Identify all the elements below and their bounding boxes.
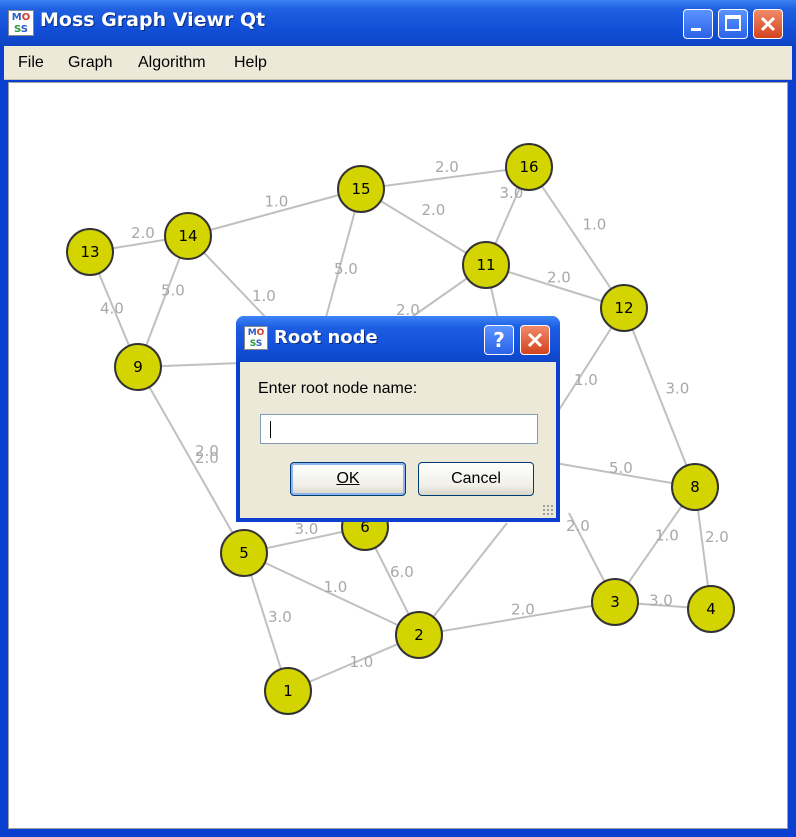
maximize-button[interactable] xyxy=(718,9,748,39)
node-label: 2 xyxy=(414,626,424,644)
edge-weight-label: 5.0 xyxy=(161,282,185,300)
graph-node-3[interactable]: 3 xyxy=(591,578,639,626)
edge-weight-label: 2.0 xyxy=(435,158,459,176)
node-label: 16 xyxy=(519,158,538,176)
edge-weight-label: 1.0 xyxy=(265,193,289,211)
node-label: 15 xyxy=(351,180,370,198)
graph-node-13[interactable]: 13 xyxy=(66,228,114,276)
node-label: 5 xyxy=(239,544,249,562)
node-label: 1 xyxy=(283,682,293,700)
maximize-icon xyxy=(725,15,741,31)
moss-dialog-icon: MO SS xyxy=(244,326,268,350)
edge-weight-label: 1.0 xyxy=(655,527,679,545)
dialog-body: Enter root node name: OK Cancel xyxy=(240,362,556,518)
edge-weight-label: 2.0 xyxy=(511,601,535,619)
edge-16-12 xyxy=(528,166,625,309)
cancel-button[interactable]: Cancel xyxy=(418,462,534,496)
minimize-icon xyxy=(691,28,701,31)
resize-grip-icon[interactable] xyxy=(542,504,554,516)
title-bar[interactable]: MO SS Moss Graph Viewr Qt xyxy=(0,0,796,46)
edge-weight-label: 2.0 xyxy=(422,201,446,219)
ok-label: OK xyxy=(336,470,360,487)
menu-graph[interactable]: Graph xyxy=(68,54,112,72)
edge-weight-label: 2.0 xyxy=(195,449,219,467)
root-node-dialog: MO SS Root node ? Enter root node name: O… xyxy=(236,316,560,522)
close-icon xyxy=(527,332,543,348)
node-label: 13 xyxy=(80,243,99,261)
graph-node-16[interactable]: 16 xyxy=(505,143,553,191)
edge-weight-label: 1.0 xyxy=(574,371,598,389)
dialog-title-bar[interactable]: MO SS Root node ? xyxy=(236,316,560,362)
graph-node-2[interactable]: 2 xyxy=(395,611,443,659)
menu-algorithm[interactable]: Algorithm xyxy=(138,54,206,72)
main-window: MO SS Moss Graph Viewr Qt File Graph Algo… xyxy=(0,0,796,837)
edge-weight-label: 3.0 xyxy=(666,380,690,398)
minimize-button[interactable] xyxy=(683,9,713,39)
edge-weight-label: 4.0 xyxy=(100,300,124,318)
edge-weight-label: 3.0 xyxy=(649,592,673,610)
graph-node-5[interactable]: 5 xyxy=(220,529,268,577)
edge-weight-label: 2.0 xyxy=(705,528,729,546)
graph-node-9[interactable]: 9 xyxy=(114,343,162,391)
edge-weight-label: 1.0 xyxy=(252,287,276,305)
ok-button[interactable]: OK xyxy=(290,462,406,496)
edge-weight-label: 5.0 xyxy=(609,459,633,477)
close-icon xyxy=(760,16,776,32)
graph-node-12[interactable]: 12 xyxy=(600,284,648,332)
edge-weight-label: 2.0 xyxy=(566,517,590,535)
edge-weight-label: 1.0 xyxy=(324,578,348,596)
menu-bar: File Graph Algorithm Help xyxy=(4,46,792,80)
node-label: 3 xyxy=(610,593,620,611)
graph-node-8[interactable]: 8 xyxy=(671,463,719,511)
edge-weight-label: 3.0 xyxy=(268,608,292,626)
graph-node-1[interactable]: 1 xyxy=(264,667,312,715)
graph-node-15[interactable]: 15 xyxy=(337,165,385,213)
graph-node-14[interactable]: 14 xyxy=(164,212,212,260)
node-label: 11 xyxy=(476,256,495,274)
text-caret xyxy=(270,421,271,438)
node-label: 4 xyxy=(706,600,716,618)
edge-9-5 xyxy=(137,366,245,554)
edge-weight-label: 2.0 xyxy=(131,224,155,242)
graph-node-4[interactable]: 4 xyxy=(687,585,735,633)
node-label: 8 xyxy=(690,478,700,496)
graph-node-11[interactable]: 11 xyxy=(462,241,510,289)
node-label: 14 xyxy=(178,227,197,245)
root-node-prompt: Enter root node name: xyxy=(258,380,418,397)
dialog-title: Root node xyxy=(274,327,378,348)
edge-weight-label: 3.0 xyxy=(295,520,319,538)
help-button[interactable]: ? xyxy=(484,325,514,355)
edge-weight-label: 2.0 xyxy=(547,269,571,287)
moss-app-icon: MO SS xyxy=(8,10,34,36)
edge-weight-label: 5.0 xyxy=(334,260,358,278)
node-label: 12 xyxy=(614,299,633,317)
window-title: Moss Graph Viewr Qt xyxy=(40,9,266,31)
node-label: 9 xyxy=(133,358,143,376)
edge-weight-label: 1.0 xyxy=(350,653,374,671)
menu-file[interactable]: File xyxy=(18,54,44,72)
edge-weight-label: 1.0 xyxy=(583,216,607,234)
dialog-close-button[interactable] xyxy=(520,325,550,355)
close-button[interactable] xyxy=(753,9,783,39)
menu-help[interactable]: Help xyxy=(234,54,267,72)
edge-12-8 xyxy=(623,307,696,488)
edge-weight-label: 6.0 xyxy=(390,563,414,581)
root-node-name-input[interactable] xyxy=(260,414,538,444)
